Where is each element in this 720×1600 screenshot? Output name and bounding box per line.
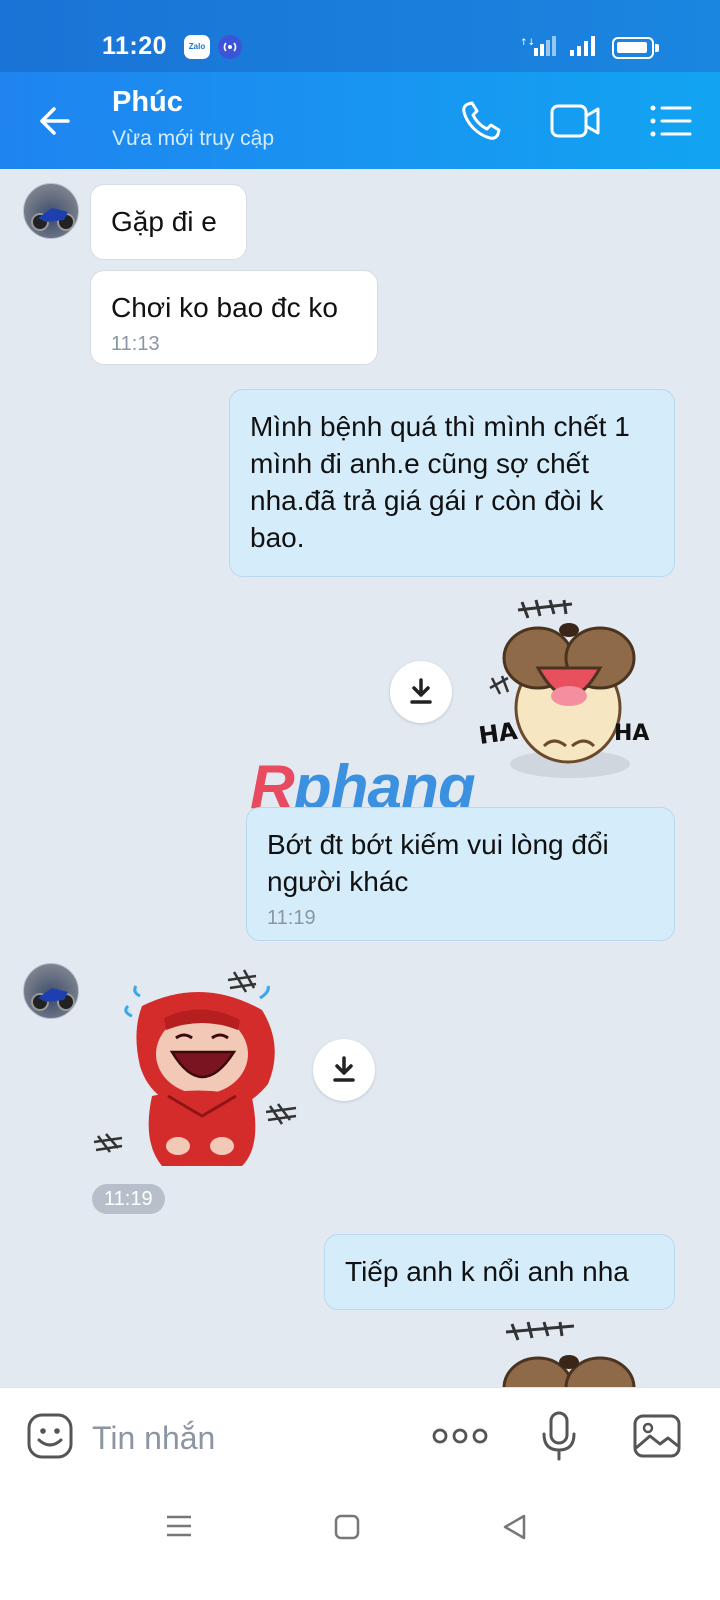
nav-menu-icon[interactable] — [166, 1515, 192, 1537]
sticker-text-ha-left: HA — [478, 717, 520, 750]
emoji-icon[interactable] — [26, 1412, 74, 1460]
chat-header: Phúc Vừa mới truy cập — [0, 72, 720, 169]
battery-icon — [612, 37, 659, 59]
nav-home-icon[interactable] — [334, 1514, 360, 1540]
status-time: 11:20 — [102, 32, 168, 60]
message-text: Bớt đt bớt kiếm vui lòng đổi người khác — [267, 829, 609, 897]
contact-status: Vừa mới truy cập — [112, 127, 275, 150]
sticker-text-ha-right: HA — [614, 721, 649, 746]
message-bubble-incoming[interactable]: Gặp đi e — [90, 184, 247, 260]
image-icon[interactable] — [632, 1412, 682, 1460]
more-dots-icon[interactable] — [432, 1424, 488, 1448]
hotspot-icon — [218, 35, 242, 59]
message-text: Gặp đi e — [111, 206, 217, 237]
message-time: 11:19 — [267, 907, 316, 929]
contact-name[interactable]: Phúc — [112, 86, 183, 119]
signal-icon-1: ↑↓ — [520, 36, 556, 56]
video-camera-icon[interactable] — [548, 96, 604, 146]
dog-sticker-partial[interactable] — [478, 1318, 658, 1387]
download-sticker-button[interactable] — [313, 1039, 375, 1101]
message-bubble-outgoing[interactable]: Tiếp anh k nổi anh nha — [324, 1234, 675, 1310]
contact-avatar[interactable] — [23, 963, 79, 1019]
microphone-icon[interactable] — [540, 1410, 578, 1462]
message-bubble-incoming[interactable]: Chơi ko bao đc ko 11:13 — [90, 270, 378, 365]
download-icon — [410, 678, 432, 704]
download-icon — [333, 1056, 355, 1082]
message-input-bar: Tin nhắn — [0, 1387, 720, 1487]
nav-back-icon[interactable] — [502, 1513, 528, 1541]
back-arrow-icon[interactable] — [30, 97, 78, 145]
status-bar: 11:20 Zalo ↑↓ — [0, 0, 720, 72]
signal-icon-2 — [570, 36, 595, 56]
message-text: Tiếp anh k nổi anh nha — [345, 1256, 629, 1287]
svg-text:↑↓: ↑↓ — [520, 38, 535, 48]
message-time: 11:13 — [111, 333, 160, 355]
system-nav-bar — [0, 1487, 720, 1600]
sticker-time: 11:19 — [92, 1184, 165, 1214]
message-bubble-outgoing[interactable]: Mình bệnh quá thì mình chết 1 mình đi an… — [229, 389, 675, 577]
message-input[interactable]: Tin nhắn — [92, 1420, 215, 1457]
list-menu-icon[interactable] — [646, 96, 696, 146]
message-bubble-outgoing[interactable]: Bớt đt bớt kiếm vui lòng đổi người khác … — [246, 807, 675, 941]
contact-avatar[interactable] — [23, 183, 79, 239]
download-sticker-button[interactable] — [390, 661, 452, 723]
dog-laughing-sticker[interactable]: HA HA — [478, 596, 658, 788]
phone-icon[interactable] — [456, 96, 506, 146]
crying-laughing-girl-sticker[interactable] — [92, 966, 312, 1174]
zalo-notification-icon: Zalo — [184, 35, 210, 59]
message-text: Chơi ko bao đc ko — [111, 292, 338, 323]
message-text: Mình bệnh quá thì mình chết 1 mình đi an… — [250, 411, 630, 553]
